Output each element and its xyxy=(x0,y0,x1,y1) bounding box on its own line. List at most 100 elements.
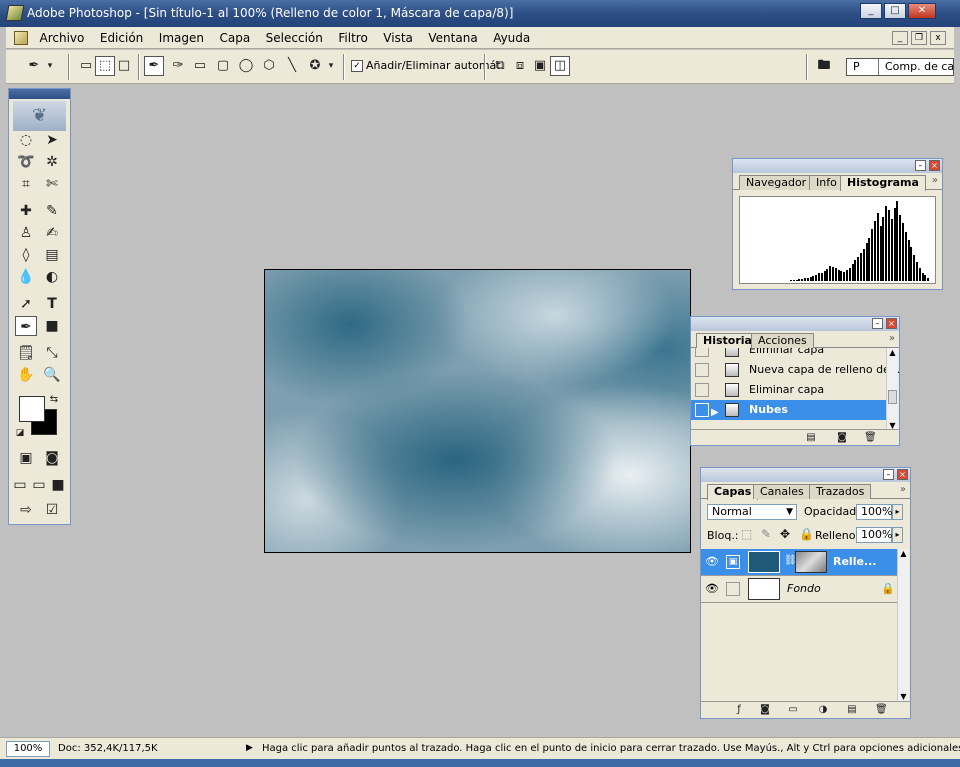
layer-style-icon[interactable]: ƒ xyxy=(733,704,745,715)
doc-restore-button[interactable]: ❐ xyxy=(911,31,927,45)
panel-minimize-button[interactable]: – xyxy=(872,318,883,329)
gradient-tool-icon[interactable]: ▤ xyxy=(41,245,63,265)
file-browser-icon[interactable]: 🖿 xyxy=(814,56,834,76)
scroll-thumb[interactable] xyxy=(888,390,897,404)
scroll-up-icon[interactable]: ▲ xyxy=(898,549,909,558)
shape-dropdown-icon[interactable]: ▾ xyxy=(325,56,337,76)
freeform-pen-icon[interactable]: ✑ xyxy=(168,56,188,76)
notes-tool-icon[interactable]: 🗒 xyxy=(15,343,37,363)
menu-edicion[interactable]: Edición xyxy=(94,27,149,45)
paths-icon[interactable]: ⬚ xyxy=(95,56,115,76)
history-brush-icon[interactable]: ✍ xyxy=(41,223,63,243)
zoom-tool-icon[interactable]: 🔍 xyxy=(41,365,63,385)
standard-mode-icon[interactable]: ▣ xyxy=(15,448,37,468)
tab-trazados[interactable]: Trazados xyxy=(809,484,872,499)
add-to-path-icon[interactable]: ⧉ xyxy=(490,56,510,76)
magic-wand-tool-icon[interactable]: ✲ xyxy=(41,152,63,172)
blur-tool-icon[interactable]: 💧 xyxy=(15,267,37,287)
full-screen-menu-icon[interactable]: ▭ xyxy=(30,475,48,495)
custom-shape-icon[interactable]: ✪ xyxy=(305,56,325,76)
layer-thumbnail[interactable] xyxy=(748,578,780,600)
rounded-rectangle-icon[interactable]: ▢ xyxy=(213,56,233,76)
doc-minimize-button[interactable]: _ xyxy=(892,31,908,45)
tab-capas[interactable]: Capas xyxy=(707,484,759,500)
scroll-up-icon[interactable]: ▲ xyxy=(887,348,898,357)
crop-tool-icon[interactable]: ⌗ xyxy=(15,174,37,194)
opacity-slider-icon[interactable]: ▸ xyxy=(892,504,903,520)
layer-link-icon[interactable] xyxy=(726,582,740,596)
visibility-eye-icon[interactable]: 👁 xyxy=(705,582,719,596)
hand-tool-icon[interactable]: ✋ xyxy=(15,365,37,385)
marquee-tool-icon[interactable]: ◌ xyxy=(15,130,37,150)
pen-tool-icon[interactable]: ✒ xyxy=(144,56,164,76)
panel-menu-icon[interactable]: » xyxy=(900,484,906,495)
layer-row-background[interactable]: 👁 Fondo 🔒 xyxy=(701,576,898,603)
panel-close-button[interactable]: × xyxy=(886,318,897,329)
intersect-path-icon[interactable]: ▣ xyxy=(530,56,550,76)
menu-seleccion[interactable]: Selección xyxy=(260,27,329,45)
clone-stamp-icon[interactable]: ♙ xyxy=(15,223,37,243)
panel-menu-icon[interactable]: » xyxy=(932,175,938,186)
history-item[interactable]: Nueva capa de relleno de ... xyxy=(691,360,899,380)
history-slider-icon[interactable]: ▶ xyxy=(711,403,719,423)
default-colors-icon[interactable]: ◪ xyxy=(13,423,27,443)
pen-tool-box-icon[interactable]: ✒ xyxy=(15,316,37,336)
menu-archivo[interactable]: Archivo xyxy=(34,27,91,45)
menu-ayuda[interactable]: Ayuda xyxy=(487,27,536,45)
type-tool-icon[interactable]: T xyxy=(41,294,63,314)
layer-link-icon[interactable]: ▣ xyxy=(726,555,740,569)
status-menu-icon[interactable]: ▶ xyxy=(246,743,253,753)
fill-input[interactable]: 100% xyxy=(856,527,892,543)
full-screen-icon[interactable]: ■ xyxy=(49,475,67,495)
maximize-button[interactable]: □ xyxy=(884,3,906,19)
slice-tool-icon[interactable]: ✄ xyxy=(41,174,63,194)
trash-icon[interactable]: 🗑 xyxy=(875,704,888,715)
menu-vista[interactable]: Vista xyxy=(377,27,419,45)
adjustment-layer-icon[interactable]: ◑ xyxy=(817,704,829,715)
eraser-tool-icon[interactable]: ◊ xyxy=(15,245,37,265)
panel-menu-icon[interactable]: » xyxy=(889,333,895,344)
tab-acciones[interactable]: Acciones xyxy=(751,333,814,348)
palette-well-tab[interactable]: P xyxy=(847,59,879,75)
history-item[interactable]: Eliminar capa xyxy=(691,348,888,360)
dodge-tool-icon[interactable]: ◐ xyxy=(41,267,63,287)
new-snapshot-icon[interactable]: ◙ xyxy=(836,432,848,443)
panel-close-button[interactable]: × xyxy=(929,160,940,171)
opacity-input[interactable]: 100% xyxy=(856,504,892,520)
adobe-feather-logo[interactable]: ❦ xyxy=(13,101,66,131)
layer-name[interactable]: Relle... xyxy=(833,555,876,568)
lock-image-icon[interactable]: ✎ xyxy=(761,527,771,541)
tab-histograma[interactable]: Histograma xyxy=(840,175,926,191)
auto-add-checkbox[interactable]: ✓ xyxy=(351,60,363,72)
ellipse-icon[interactable]: ◯ xyxy=(236,56,256,76)
edit-in-imageready-icon[interactable]: ☑ xyxy=(41,500,63,520)
lock-position-icon[interactable]: ✥ xyxy=(780,527,790,541)
menu-capa[interactable]: Capa xyxy=(213,27,256,45)
tab-historia[interactable]: Historia xyxy=(696,333,759,349)
foreground-color-swatch[interactable] xyxy=(19,396,45,422)
path-selection-icon[interactable]: ➚ xyxy=(15,294,37,314)
pen-preset-icon[interactable]: ✒ xyxy=(24,56,44,76)
lasso-tool-icon[interactable]: ➰ xyxy=(15,152,37,172)
lock-all-icon[interactable]: 🔒 xyxy=(799,527,814,541)
doc-close-button[interactable]: x xyxy=(930,31,946,45)
panel-minimize-button[interactable]: – xyxy=(883,469,894,480)
layers-scrollbar[interactable]: ▲ ▼ xyxy=(897,549,909,701)
fill-slider-icon[interactable]: ▸ xyxy=(892,527,903,543)
fill-pixels-icon[interactable]: □ xyxy=(114,56,134,76)
menu-ventana[interactable]: Ventana xyxy=(422,27,483,45)
blend-mode-select[interactable]: Normal ▼ xyxy=(707,504,797,520)
polygon-icon[interactable]: ⬡ xyxy=(259,56,279,76)
panel-minimize-button[interactable]: – xyxy=(915,160,926,171)
history-scrollbar[interactable]: ▲ ▼ xyxy=(886,348,898,430)
layer-row-fill[interactable]: 👁 ▣ ⛓ Relle... xyxy=(701,549,898,576)
tab-canales[interactable]: Canales xyxy=(753,484,811,499)
document-canvas[interactable] xyxy=(264,269,691,553)
new-group-icon[interactable]: ▭ xyxy=(787,704,799,715)
minimize-button[interactable]: _ xyxy=(860,3,882,19)
menu-imagen[interactable]: Imagen xyxy=(153,27,210,45)
tab-navegador[interactable]: Navegador xyxy=(739,175,814,190)
brush-tool-icon[interactable]: ✎ xyxy=(41,201,63,221)
quick-mask-icon[interactable]: ◙ xyxy=(41,448,63,468)
jump-to-imageready-icon[interactable]: ⇨ xyxy=(15,500,37,520)
